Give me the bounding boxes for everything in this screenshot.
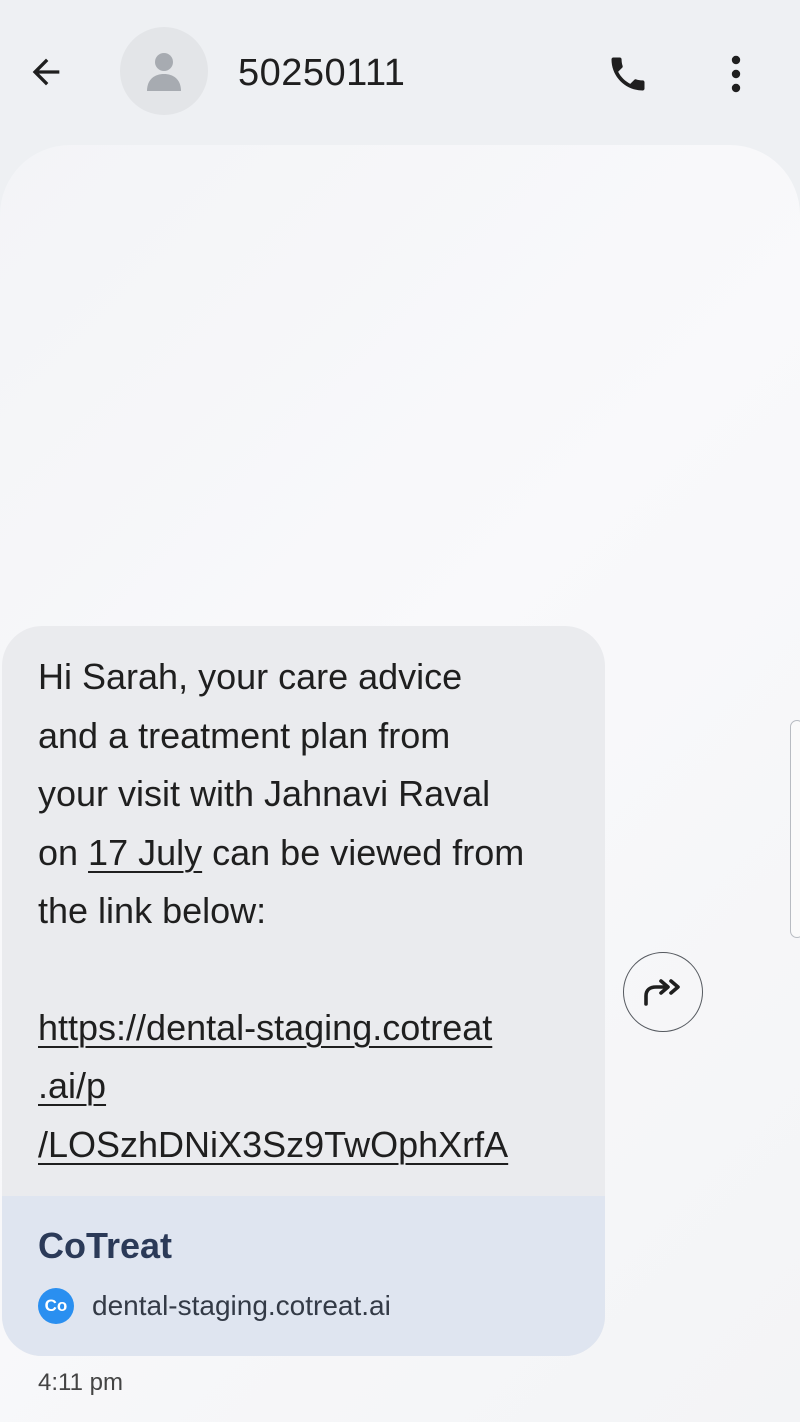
site-favicon-icon: Co (38, 1288, 74, 1324)
url-link-line[interactable]: https://dental-staging.cotreat (38, 999, 569, 1058)
message-text: Hi Sarah, your care advice and a treatme… (2, 626, 605, 1196)
more-options-button[interactable] (706, 44, 766, 104)
person-icon (147, 53, 181, 91)
message-line: on 17 July can be viewed from (38, 824, 569, 883)
contact-name[interactable]: 50250111 (238, 50, 405, 96)
message-line: Hi Sarah, your care advice (38, 656, 463, 697)
phone-icon (611, 57, 645, 91)
link-preview-card[interactable]: CoTreat Co dental-staging.cotreat.ai (2, 1196, 605, 1356)
message-timestamp: 4:11 pm (38, 1369, 123, 1396)
link-preview-title: CoTreat (38, 1225, 173, 1266)
message-line: and a treatment plan from (38, 714, 451, 756)
forward-icon (644, 979, 680, 1006)
arrow-back-icon (32, 58, 60, 86)
link-preview-domain: dental-staging.cotreat.ai (92, 1290, 391, 1321)
url-link-line[interactable]: /LOSzhDNiX3Sz9TwOphXrfA (38, 1116, 569, 1175)
message-line: your visit with Jahnavi Raval (38, 773, 491, 814)
more-vert-icon (731, 55, 741, 93)
call-button[interactable] (598, 44, 658, 104)
forward-button[interactable] (623, 952, 703, 1032)
link-preview-domain-row: Co dental-staging.cotreat.ai (38, 1288, 569, 1324)
message-bubble[interactable]: Hi Sarah, your care advice and a treatme… (2, 626, 605, 1356)
scrollbar-handle[interactable] (790, 720, 800, 938)
url-link-line[interactable]: .ai/p (38, 1057, 569, 1116)
message-text-suffix: can be viewed from (202, 831, 525, 873)
date-link[interactable]: 17 July (88, 832, 202, 873)
app-bar: 50250111 (0, 0, 800, 145)
message-line: the link below: (38, 890, 267, 931)
back-button[interactable] (16, 42, 76, 102)
message-text-prefix: on (38, 831, 89, 873)
contact-avatar[interactable] (120, 27, 208, 115)
